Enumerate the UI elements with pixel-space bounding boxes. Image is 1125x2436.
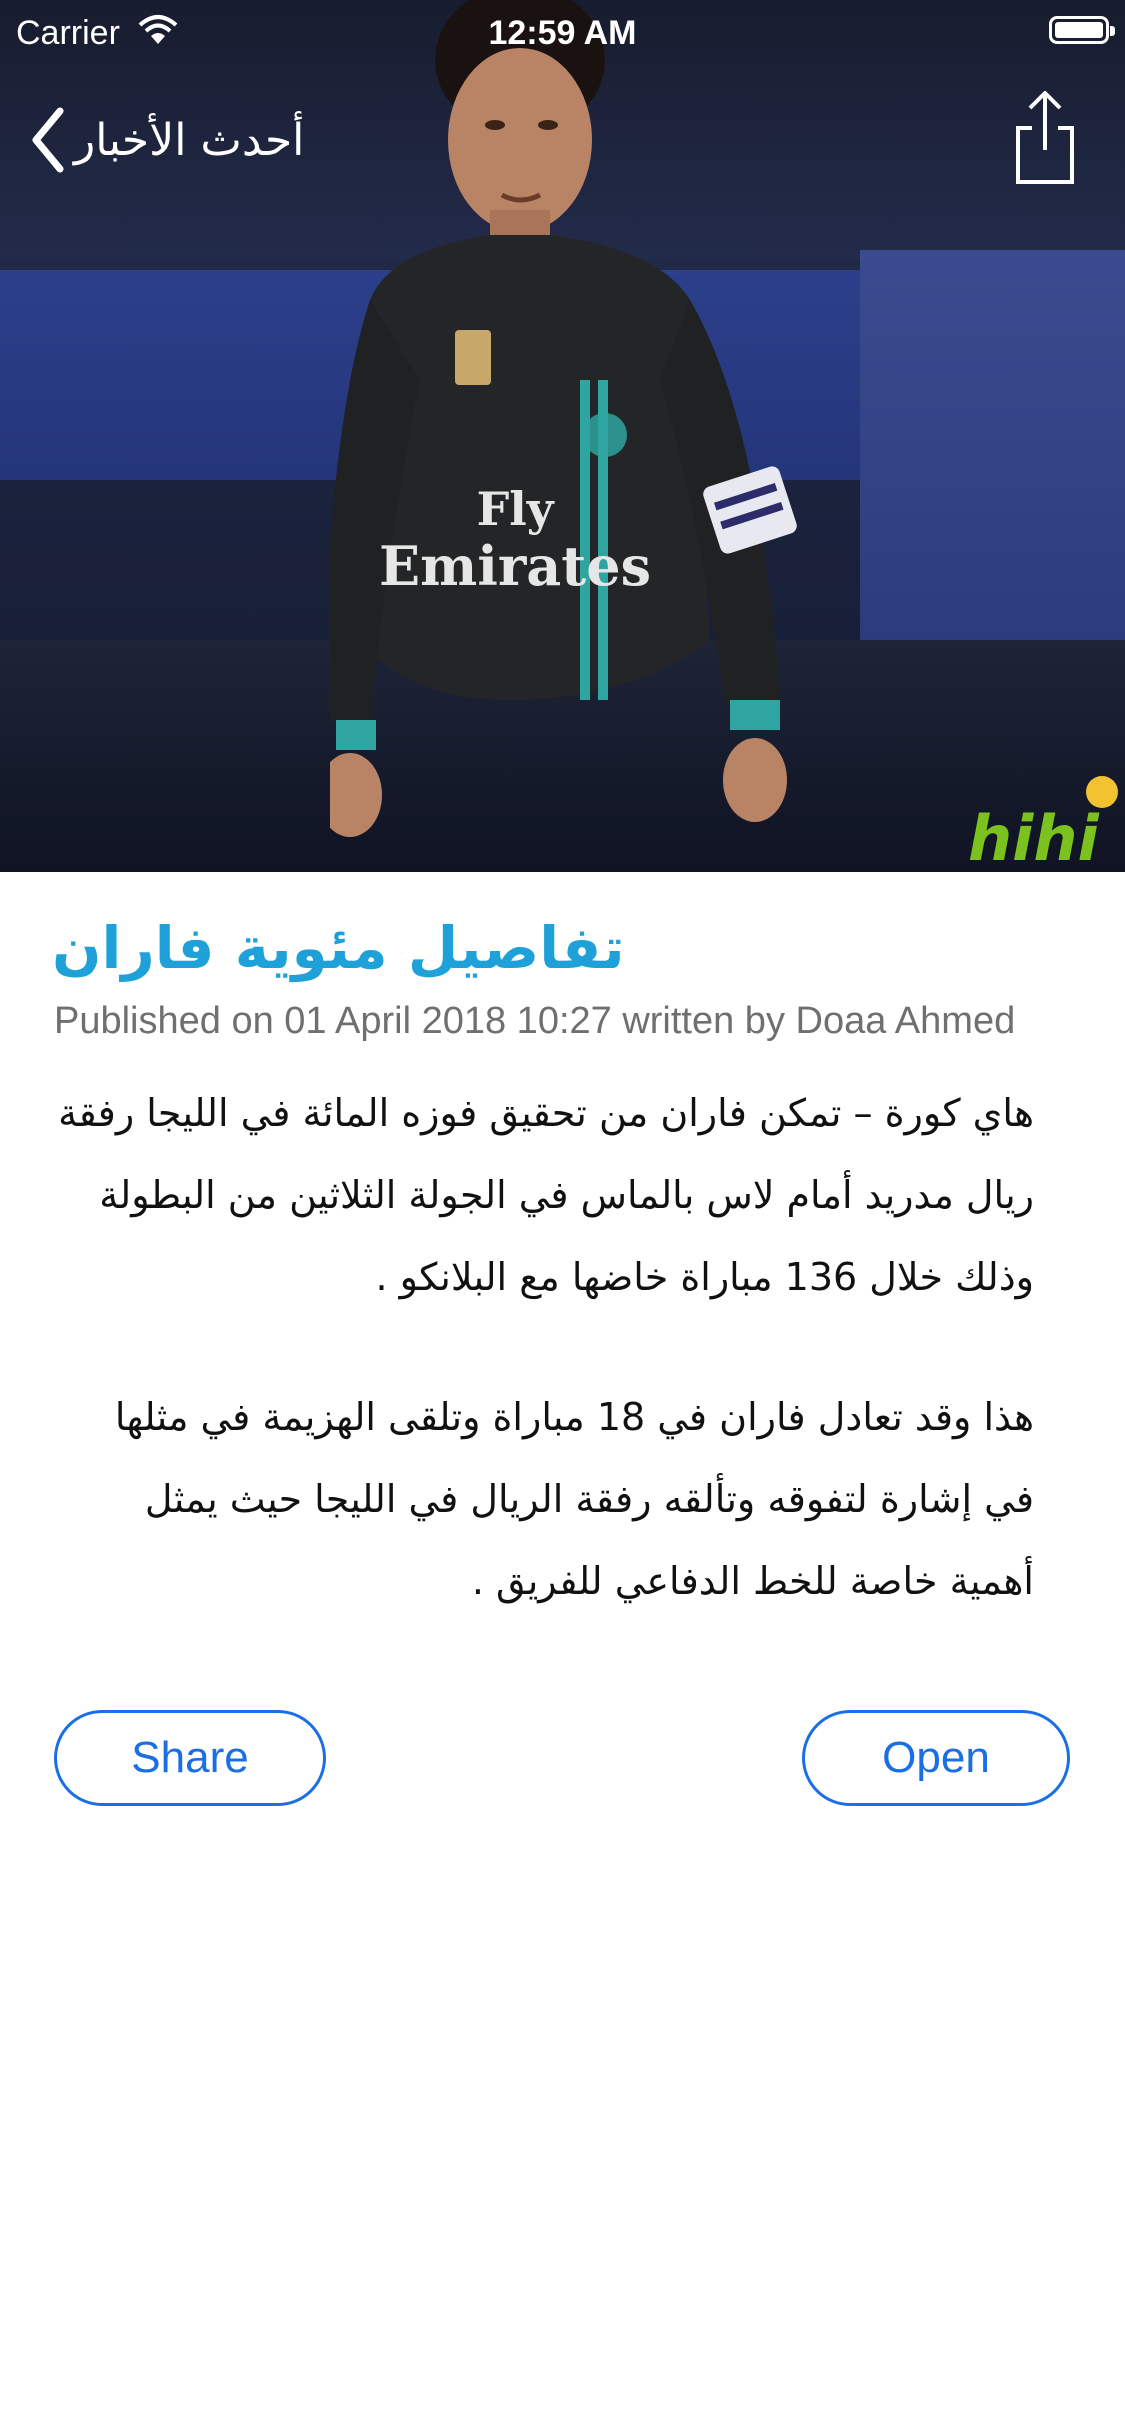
article-paragraph: هذا وقد تعادل فاران في 18 مباراة وتلقى ا… <box>114 1395 1034 1603</box>
status-bar: Carrier 12:59 AM <box>0 0 1125 66</box>
status-time: 12:59 AM <box>488 14 637 52</box>
stadium-banner-right <box>860 250 1125 670</box>
article-title: تفاصيل مئوية فاران <box>52 914 625 982</box>
article-published-meta: Published on 01 April 2018 10:27 written… <box>54 1000 1016 1042</box>
chevron-left-icon <box>32 107 64 173</box>
shirt-sponsor-line1: Fly <box>477 482 555 536</box>
battery-icon <box>1049 16 1115 44</box>
hihi-watermark-logo: hihi <box>968 776 1118 872</box>
open-button[interactable]: Open <box>802 1710 1070 1806</box>
player-photo: Fly Emirates <box>330 0 797 837</box>
back-button[interactable]: أحدث الأخبار <box>30 100 304 180</box>
share-icon[interactable] <box>1010 88 1080 188</box>
svg-text:hihi: hihi <box>968 802 1100 872</box>
share-button[interactable]: Share <box>54 1710 326 1806</box>
shirt-sponsor-line2: Emirates <box>379 534 651 598</box>
article-paragraph: هاي كورة – تمكن فاران من تحقيق فوزه الما… <box>58 1091 1034 1299</box>
back-button-label: أحدث الأخبار <box>74 114 305 166</box>
